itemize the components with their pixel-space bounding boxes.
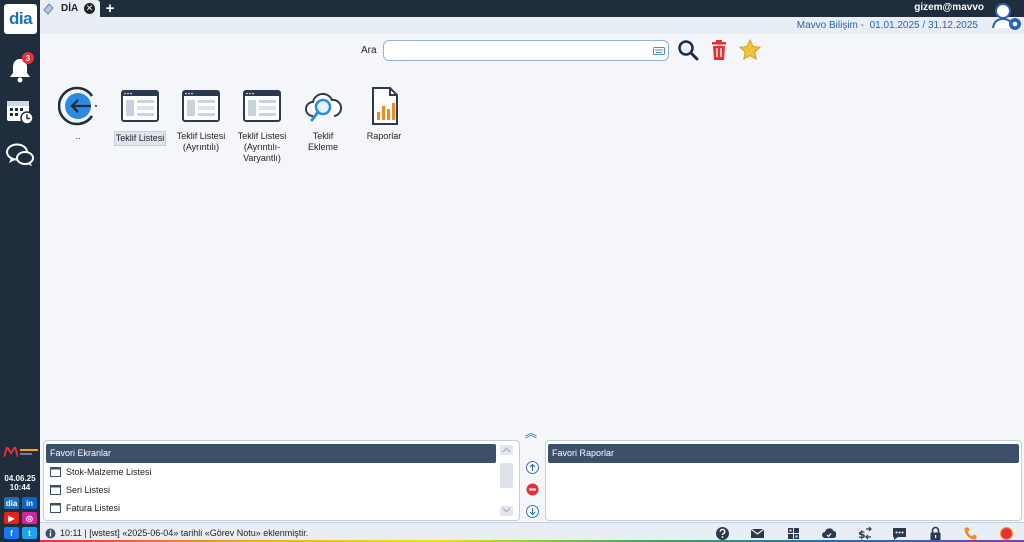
top-bar: DİA ✕ + gizem@mavvo xyxy=(40,0,1024,17)
grid-item-label: Teklif Listesi (Ayrıntılı) xyxy=(176,131,226,152)
message-icon[interactable] xyxy=(892,526,907,541)
list-item[interactable]: Seri Listesi xyxy=(50,483,110,497)
window-icon xyxy=(50,485,61,495)
grid-item-teklif-listesi-varyantli[interactable]: Teklif Listesi (Ayrıntılı-Varyantlı) xyxy=(236,86,288,164)
search-icon[interactable] xyxy=(677,39,699,61)
grid-item-label: Raporlar xyxy=(366,131,402,141)
info-icon xyxy=(45,528,56,539)
mail-icon[interactable] xyxy=(750,526,765,541)
keyboard-icon[interactable] xyxy=(653,47,665,55)
favorite-screens-panel: Favori Ekranlar Stok-Malzeme Listesi Ser… xyxy=(43,440,520,521)
grid-item-label: Teklif Ekleme xyxy=(307,131,338,152)
sidebar-datetime: 04.06.25 10:44 xyxy=(0,474,40,492)
record-icon[interactable] xyxy=(999,526,1014,541)
remove-icon[interactable] xyxy=(526,483,539,496)
mavvo-brand xyxy=(4,446,38,458)
sidebar-date: 04.06.25 xyxy=(4,474,36,483)
currency-icon[interactable]: $ xyxy=(857,526,872,541)
dia-logo[interactable]: dia xyxy=(4,4,37,34)
facebook-icon[interactable]: f xyxy=(4,527,19,539)
favorite-screens-title: Favori Ekranlar xyxy=(46,444,496,463)
tab-close-icon[interactable]: ✕ xyxy=(84,3,95,14)
grid-item-teklif-ekleme[interactable]: Teklif Ekleme xyxy=(297,86,349,153)
user-settings-icon[interactable] xyxy=(990,0,1024,34)
window-list-icon xyxy=(182,90,220,122)
status-bar: 10:11 | [wstest] «2025-06-04» tarihli «G… xyxy=(40,522,1024,542)
list-item-label: Stok-Malzeme Listesi xyxy=(66,467,152,477)
star-icon[interactable] xyxy=(739,39,761,61)
calendar-icon[interactable] xyxy=(5,96,35,126)
collapse-panels-icon[interactable]: ︽ xyxy=(524,427,538,439)
cloud-sync-icon[interactable] xyxy=(821,526,836,541)
search-label: Ara xyxy=(361,45,377,56)
dia-social-icon[interactable]: dia xyxy=(4,497,19,509)
list-item-label: Fatura Listesi xyxy=(66,503,121,513)
window-list-icon xyxy=(121,90,159,122)
grid-item-teklif-listesi-ayrintili[interactable]: Teklif Listesi (Ayrıntılı) xyxy=(175,86,227,153)
list-item[interactable]: Stok-Malzeme Listesi xyxy=(50,465,152,479)
linkedin-icon[interactable]: in xyxy=(22,497,37,509)
favorites-scrollbar[interactable] xyxy=(499,444,514,518)
report-icon xyxy=(372,87,398,125)
tab-label: DİA xyxy=(61,3,79,14)
trash-icon[interactable] xyxy=(708,39,730,61)
youtube-icon[interactable]: ▶ xyxy=(4,512,19,524)
company-header: Mavvo Bilişim - 01.01.2025 / 31.12.2025 xyxy=(40,17,1024,34)
company-name: Mavvo Bilişim - xyxy=(796,20,864,31)
search-input[interactable] xyxy=(383,40,669,61)
grid-item-label: .. xyxy=(75,131,81,141)
window-icon xyxy=(50,467,61,477)
move-down-icon[interactable] xyxy=(526,505,539,518)
grid-item-back[interactable]: .. xyxy=(52,86,104,142)
add-tab-button[interactable]: + xyxy=(103,0,117,17)
company-period[interactable]: Mavvo Bilişim - 01.01.2025 / 31.12.2025 xyxy=(797,20,978,31)
grid-icon[interactable] xyxy=(786,526,801,541)
twitter-icon[interactable]: t xyxy=(22,527,37,539)
instagram-icon[interactable]: ◎ xyxy=(22,512,37,524)
help-icon[interactable] xyxy=(715,526,730,541)
logo-text: dia xyxy=(8,9,33,28)
list-item-label: Seri Listesi xyxy=(66,485,111,495)
status-message: 10:11 | [wstest] «2025-06-04» tarihli «G… xyxy=(60,528,309,538)
back-icon xyxy=(58,86,97,126)
list-item[interactable]: Fatura Listesi xyxy=(50,501,120,515)
tab-app-icon xyxy=(43,3,54,15)
grid-item-teklif-listesi[interactable]: Teklif Listesi xyxy=(114,86,166,146)
lock-icon[interactable] xyxy=(928,526,943,541)
notification-badge: 3 xyxy=(22,52,34,64)
grid-item-label: Teklif Listesi (Ayrıntılı-Varyantlı) xyxy=(237,131,287,163)
sidebar: dia 3 04.06.25 10:44 dia in ▶ ◎ f t xyxy=(0,0,40,542)
window-icon xyxy=(50,503,61,513)
favorite-reports-panel: Favori Raporlar xyxy=(545,440,1022,521)
tab-dia[interactable]: DİA ✕ xyxy=(40,0,100,17)
fiscal-period: 01.01.2025 / 31.12.2025 xyxy=(869,20,978,31)
grid-item-raporlar[interactable]: Raporlar xyxy=(358,86,410,142)
mavvo-logo-icon xyxy=(4,447,18,457)
window-list-icon xyxy=(243,90,281,122)
cloud-search-icon xyxy=(305,92,343,122)
user-name[interactable]: gizem@mavvo xyxy=(914,2,984,13)
favorite-reports-title: Favori Raporlar xyxy=(548,444,1019,463)
chat-icon[interactable] xyxy=(5,140,35,170)
move-up-icon[interactable] xyxy=(526,461,539,474)
sidebar-time: 10:44 xyxy=(9,483,31,492)
grid-item-label: Teklif Listesi xyxy=(114,131,166,146)
mavvo-wordmark-icon xyxy=(20,449,38,455)
phone-icon[interactable] xyxy=(963,526,978,541)
